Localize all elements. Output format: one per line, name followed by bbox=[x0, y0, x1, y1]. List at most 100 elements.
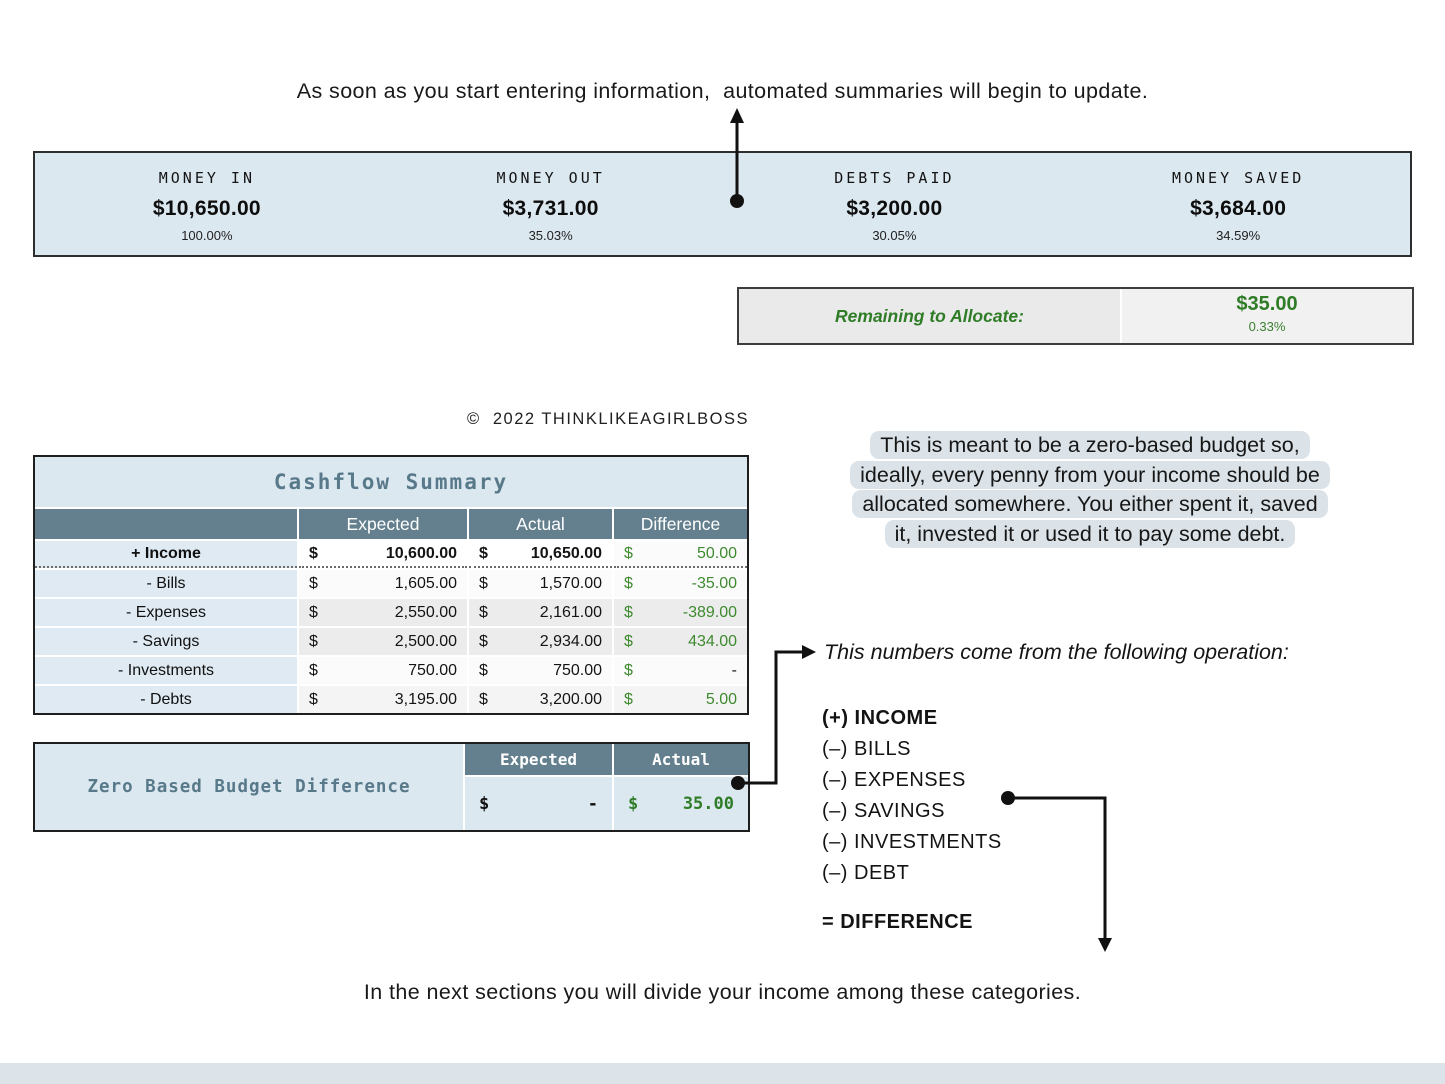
zero-based-budget-table: Zero Based Budget Difference Expected Ac… bbox=[33, 742, 750, 832]
remaining-to-allocate-box: Remaining to Allocate: $35.00 0.33% bbox=[737, 287, 1414, 345]
currency-symbol: $ bbox=[309, 575, 318, 593]
summary-card-money-in: MONEY IN $10,650.00 100.00% bbox=[35, 153, 379, 255]
cell-amount: 5.00 bbox=[706, 691, 737, 709]
cashflow-row-savings-expected: $ 2,500.00 bbox=[299, 628, 467, 655]
currency-symbol: $ bbox=[624, 545, 633, 563]
cashflow-row-debts-name: - Debts bbox=[35, 686, 297, 713]
zero-budget-note: This is meant to be a zero-based budget … bbox=[788, 431, 1392, 549]
operation-item-bills: (–) BILLS bbox=[822, 734, 1002, 765]
cell-amount: 2,934.00 bbox=[540, 633, 602, 651]
cashflow-row-investments-difference: $ - bbox=[614, 657, 747, 684]
zero-budget-actual-value: $ 35.00 bbox=[614, 777, 748, 830]
currency-symbol: $ bbox=[624, 575, 633, 593]
arrow-operation-down bbox=[1001, 791, 1112, 952]
cashflow-row-savings-name: - Savings bbox=[35, 628, 297, 655]
cashflow-row-savings-difference: $ 434.00 bbox=[614, 628, 747, 655]
footer-text: In the next sections you will divide you… bbox=[0, 980, 1445, 1005]
currency-symbol: $ bbox=[479, 662, 488, 680]
summary-card-money-saved: MONEY SAVED $3,684.00 34.59% bbox=[1066, 153, 1410, 255]
operation-title: This numbers come from the following ope… bbox=[824, 640, 1424, 665]
cell-amount: 2,550.00 bbox=[395, 604, 457, 622]
money-saved-value: $3,684.00 bbox=[1066, 197, 1410, 221]
money-in-label: MONEY IN bbox=[35, 169, 379, 187]
currency-symbol: $ bbox=[479, 604, 488, 622]
cashflow-header-actual: Actual bbox=[469, 509, 612, 539]
zero-budget-header-expected: Expected bbox=[465, 744, 612, 775]
currency-symbol: $ bbox=[479, 691, 488, 709]
operation-item-savings: (–) SAVINGS bbox=[822, 796, 1002, 827]
currency-symbol: $ bbox=[624, 691, 633, 709]
copyright-text: © 2022 THINKLIKEAGIRLBOSS bbox=[0, 410, 1216, 429]
cashflow-grid: Expected Actual Difference + Income $ 10… bbox=[35, 509, 747, 713]
operation-item-expenses: (–) EXPENSES bbox=[822, 765, 1002, 796]
cashflow-row-bills-actual: $ 1,570.00 bbox=[469, 570, 612, 597]
cashflow-table-title: Cashflow Summary bbox=[35, 457, 747, 509]
cashflow-row-debts-difference: $ 5.00 bbox=[614, 686, 747, 713]
cashflow-row-investments-actual: $ 750.00 bbox=[469, 657, 612, 684]
summary-card-money-out: MONEY OUT $3,731.00 35.03% bbox=[379, 153, 723, 255]
cell-amount: 10,600.00 bbox=[386, 545, 457, 563]
cashflow-summary-table: Cashflow Summary Expected Actual Differe… bbox=[33, 455, 749, 715]
currency-symbol: $ bbox=[309, 545, 318, 563]
cashflow-header-expected: Expected bbox=[299, 509, 467, 539]
page: As soon as you start entering informatio… bbox=[0, 0, 1445, 1084]
currency-symbol: $ bbox=[624, 604, 633, 622]
cashflow-row-expenses-actual: $ 2,161.00 bbox=[469, 599, 612, 626]
cell-amount: 3,200.00 bbox=[540, 691, 602, 709]
cell-amount: 2,161.00 bbox=[540, 604, 602, 622]
cashflow-row-expenses-name: - Expenses bbox=[35, 599, 297, 626]
currency-symbol: $ bbox=[309, 633, 318, 651]
currency-symbol: $ bbox=[624, 662, 633, 680]
currency-symbol: $ bbox=[628, 794, 638, 814]
money-saved-label: MONEY SAVED bbox=[1066, 169, 1410, 187]
remaining-percent: 0.33% bbox=[1122, 319, 1412, 334]
operation-result: = DIFFERENCE bbox=[822, 907, 1002, 938]
cashflow-row-income-expected: $ 10,600.00 bbox=[299, 541, 467, 568]
cell-amount: - bbox=[732, 662, 737, 680]
remaining-label-cell: Remaining to Allocate: bbox=[739, 289, 1122, 343]
cell-amount: 3,195.00 bbox=[395, 691, 457, 709]
zero-budget-label: Zero Based Budget Difference bbox=[35, 744, 463, 830]
remaining-value: $35.00 bbox=[1122, 293, 1412, 316]
note-line: it, invested it or used it to pay some d… bbox=[788, 520, 1392, 550]
currency-symbol: $ bbox=[624, 633, 633, 651]
cashflow-row-debts-expected: $ 3,195.00 bbox=[299, 686, 467, 713]
note-line: allocated somewhere. You either spent it… bbox=[788, 490, 1392, 520]
currency-symbol: $ bbox=[479, 633, 488, 651]
operation-item-debt: (–) DEBT bbox=[822, 858, 1002, 889]
cashflow-row-expenses-expected: $ 2,550.00 bbox=[299, 599, 467, 626]
cell-amount: 2,500.00 bbox=[395, 633, 457, 651]
cashflow-row-bills-name: - Bills bbox=[35, 570, 297, 597]
cashflow-header-difference: Difference bbox=[614, 509, 747, 539]
intro-text: As soon as you start entering informatio… bbox=[0, 79, 1445, 104]
cashflow-row-bills-difference: $ -35.00 bbox=[614, 570, 747, 597]
note-line: This is meant to be a zero-based budget … bbox=[788, 431, 1392, 461]
note-line: ideally, every penny from your income sh… bbox=[788, 461, 1392, 491]
money-out-label: MONEY OUT bbox=[379, 169, 723, 187]
cashflow-row-investments-expected: $ 750.00 bbox=[299, 657, 467, 684]
money-in-value: $10,650.00 bbox=[35, 197, 379, 221]
operation-item-investments: (–) INVESTMENTS bbox=[822, 827, 1002, 858]
cashflow-row-bills-expected: $ 1,605.00 bbox=[299, 570, 467, 597]
currency-symbol: $ bbox=[309, 604, 318, 622]
debts-paid-percent: 30.05% bbox=[723, 228, 1067, 243]
money-saved-percent: 34.59% bbox=[1066, 228, 1410, 243]
cell-amount: 750.00 bbox=[408, 662, 457, 680]
currency-symbol: $ bbox=[479, 794, 489, 814]
summary-card-debts-paid: DEBTS PAID $3,200.00 30.05% bbox=[723, 153, 1067, 255]
cashflow-row-debts-actual: $ 3,200.00 bbox=[469, 686, 612, 713]
cell-amount: 50.00 bbox=[697, 545, 737, 563]
currency-symbol: $ bbox=[309, 662, 318, 680]
cashflow-row-income-actual: $ 10,650.00 bbox=[469, 541, 612, 568]
cell-amount: 434.00 bbox=[688, 633, 737, 651]
cashflow-row-investments-name: - Investments bbox=[35, 657, 297, 684]
cell-amount: 10,650.00 bbox=[531, 545, 602, 563]
money-in-percent: 100.00% bbox=[35, 228, 379, 243]
operation-item-income: (+) INCOME bbox=[822, 703, 1002, 734]
cell-amount: -389.00 bbox=[683, 604, 737, 622]
summary-bar: MONEY IN $10,650.00 100.00% MONEY OUT $3… bbox=[33, 151, 1412, 257]
cell-amount: 1,570.00 bbox=[540, 575, 602, 593]
cell-amount: - bbox=[588, 794, 598, 814]
cashflow-row-income-difference: $ 50.00 bbox=[614, 541, 747, 568]
cell-amount: 1,605.00 bbox=[395, 575, 457, 593]
